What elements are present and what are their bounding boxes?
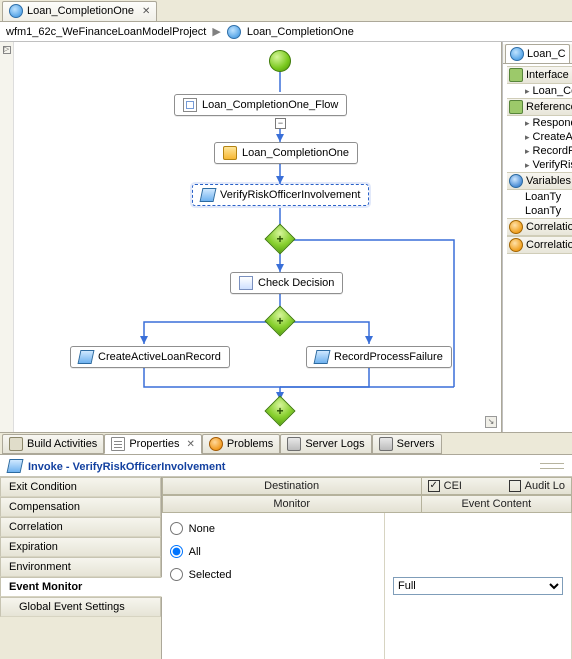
server-icon [287,437,301,451]
props-tab-expiration[interactable]: Expiration [0,537,161,557]
checkbox-icon: ✓ [428,480,440,492]
properties-content: Destination ✓ CEI Audit Lo Monitor Even [162,477,572,659]
tree-item[interactable]: ▸VerifyRis [507,158,572,172]
node-label: Loan_CompletionOne_Flow [202,99,338,111]
outline-panel: Loan_C Interface P ▸ Loan_Co Reference ▸… [502,42,572,432]
outline-tab-label: Loan_C [527,48,566,60]
gateway-node[interactable] [264,395,295,426]
col-monitor: Monitor [162,495,422,513]
collapse-arrow-icon[interactable]: ▷ [3,46,11,54]
properties-tab-list: Exit Condition Compensation Correlation … [0,477,162,659]
node-label: RecordProcessFailure [334,351,443,363]
node-label: CreateActiveLoanRecord [98,351,221,363]
props-tab-exit[interactable]: Exit Condition [0,477,161,497]
checkbox-icon [509,480,521,492]
radio-none[interactable]: None [170,517,376,540]
receive-node[interactable]: Loan_CompletionOne [214,142,358,164]
cei-checkbox[interactable]: ✓ CEI [422,480,468,492]
close-icon[interactable]: ✕ [138,6,150,17]
section-correlation[interactable]: Correlation [507,218,572,236]
invoke-create-loan-node[interactable]: CreateActiveLoanRecord [70,346,230,368]
tree-item[interactable]: ▸CreateA [507,130,572,144]
process-icon [510,47,524,61]
decision-icon [239,276,253,290]
outline-tab[interactable]: Loan_C [505,44,570,63]
tree-item[interactable]: LoanTy [507,204,572,218]
invoke-icon [78,350,95,364]
view-tab-strip: Build Activities Properties ✕ Problems S… [0,432,572,454]
props-tab-correlation[interactable]: Correlation [0,517,161,537]
chevron-right-icon: ▸ [525,86,530,97]
build-icon [9,437,23,451]
tab-problems[interactable]: Problems [202,434,280,454]
receive-icon [223,146,237,160]
section-interface-partners[interactable]: Interface P [507,66,572,84]
invoke-record-failure-node[interactable]: RecordProcessFailure [306,346,452,368]
invoke-icon [200,188,217,202]
radio-all[interactable]: All [170,540,376,563]
editor-tab-label: Loan_CompletionOne [27,5,134,17]
start-node[interactable] [269,50,291,72]
audit-log-checkbox[interactable]: Audit Lo [503,480,571,492]
flow-container-node[interactable]: Loan_CompletionOne_Flow [174,94,347,116]
variable-icon [509,174,523,188]
canvas-gutter: ▷ [0,42,14,432]
editor-tab-strip: Loan_CompletionOne ✕ [0,0,572,22]
decision-node[interactable]: Check Decision [230,272,343,294]
close-icon[interactable]: ✕ [183,439,194,450]
properties-title: Invoke - VerifyRiskOfficerInvolvement [28,458,225,473]
node-label: Check Decision [258,277,334,289]
tab-server-logs[interactable]: Server Logs [280,434,371,454]
properties-view: Invoke - VerifyRiskOfficerInvolvement Ex… [0,454,572,659]
tree-item[interactable]: ▸Respond [507,116,572,130]
props-tab-global-settings[interactable]: Global Event Settings [0,597,161,617]
breadcrumb-project[interactable]: wfm1_62c_WeFinanceLoanModelProject [6,26,206,38]
gateway-node[interactable] [264,305,295,336]
editor-tab-loan-completion[interactable]: Loan_CompletionOne ✕ [2,1,157,21]
drag-handle-icon[interactable] [540,463,564,469]
props-tab-compensation[interactable]: Compensation [0,497,161,517]
process-icon [227,25,241,39]
tree-item[interactable]: LoanTy [507,190,572,204]
props-tab-event-monitor[interactable]: Event Monitor [0,577,162,597]
col-event-content: Event Content [422,495,572,513]
tab-build-activities[interactable]: Build Activities [2,434,104,454]
correlation-icon [509,220,523,234]
correlation-icon [509,238,523,252]
node-label: VerifyRiskOfficerInvolvement [220,189,360,201]
breadcrumb-current[interactable]: Loan_CompletionOne [247,26,354,38]
props-tab-environment[interactable]: Environment [0,557,161,577]
breadcrumb: wfm1_62c_WeFinanceLoanModelProject ▶ Loa… [0,22,572,42]
gateway-node[interactable] [264,223,295,254]
section-variables[interactable]: Variables [507,172,572,190]
tree-item[interactable]: ▸ Loan_Co [507,84,572,98]
invoke-icon [314,350,331,364]
section-reference-partners[interactable]: Reference [507,98,572,116]
partner-icon [509,68,523,82]
process-icon [9,4,23,18]
partner-icon [509,100,523,114]
col-destination: Destination [169,480,415,492]
outline-tree: Interface P ▸ Loan_Co Reference ▸Respond… [503,64,572,256]
tab-servers[interactable]: Servers [372,434,442,454]
chevron-right-icon: ▶ [212,25,220,38]
tab-properties[interactable]: Properties ✕ [104,434,202,454]
section-correlation-item[interactable]: Correlation [507,236,572,254]
scroll-handle[interactable]: ↘ [485,416,497,428]
event-content-select[interactable]: Full [393,577,563,595]
flow-icon [183,98,197,112]
server-icon [379,437,393,451]
collapse-toggle[interactable]: − [275,118,286,129]
invoke-icon [7,459,24,473]
radio-selected[interactable]: Selected [170,563,376,586]
invoke-verify-node[interactable]: VerifyRiskOfficerInvolvement [192,184,369,206]
tree-item[interactable]: ▸RecordP [507,144,572,158]
flow-canvas[interactable]: Loan_CompletionOne_Flow − Loan_Completio… [14,42,502,432]
properties-icon [111,437,125,451]
node-label: Loan_CompletionOne [242,147,349,159]
problems-icon [209,437,223,451]
